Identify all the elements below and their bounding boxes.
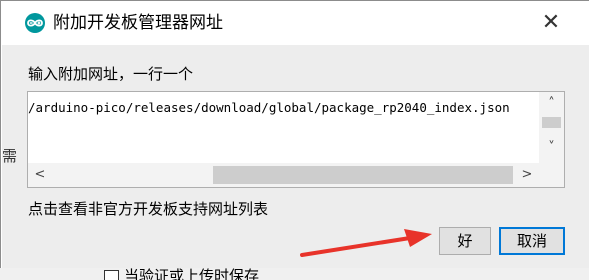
- url-prompt-label: 输入附加网址，一行一个: [28, 65, 194, 83]
- background-window-peek: 当验证或上传时保存: [0, 268, 589, 280]
- dialog-title: 附加开发板管理器网址: [53, 13, 223, 33]
- scroll-left-icon[interactable]: <: [31, 166, 49, 184]
- dialog-content: 需 输入附加网址，一行一个 /arduino-pico/releases/dow…: [2, 45, 589, 269]
- background-text-peek: 需: [2, 147, 18, 165]
- save-on-verify-label: 当验证或上传时保存: [124, 268, 260, 280]
- vertical-scroll-thumb[interactable]: [542, 117, 561, 128]
- scrollbar-corner: [539, 163, 564, 187]
- url-textarea[interactable]: /arduino-pico/releases/download/global/p…: [27, 91, 565, 188]
- close-button[interactable]: ✕: [537, 9, 565, 37]
- ok-button[interactable]: 好: [439, 227, 491, 255]
- unofficial-boards-list-link[interactable]: 点击查看非官方开发板支持网址列表: [28, 198, 268, 220]
- horizontal-scroll-thumb[interactable]: [213, 166, 513, 184]
- url-textarea-value[interactable]: /arduino-pico/releases/download/global/p…: [28, 98, 536, 118]
- scroll-up-icon[interactable]: ˄: [539, 96, 564, 112]
- annotation-arrow-icon: [300, 229, 432, 257]
- horizontal-scrollbar[interactable]: < >: [28, 163, 539, 187]
- scroll-right-icon[interactable]: >: [518, 166, 536, 184]
- add-board-urls-dialog: 附加开发板管理器网址 ✕ 需 输入附加网址，一行一个 /arduino-pico…: [0, 0, 589, 269]
- arduino-icon: [25, 13, 45, 33]
- scroll-down-icon[interactable]: ˅: [539, 140, 564, 156]
- vertical-scrollbar[interactable]: ˄ ˅: [539, 92, 564, 163]
- save-on-verify-checkbox[interactable]: [104, 270, 119, 280]
- title-bar: 附加开发板管理器网址 ✕: [1, 1, 589, 45]
- cancel-button[interactable]: 取消: [499, 227, 565, 255]
